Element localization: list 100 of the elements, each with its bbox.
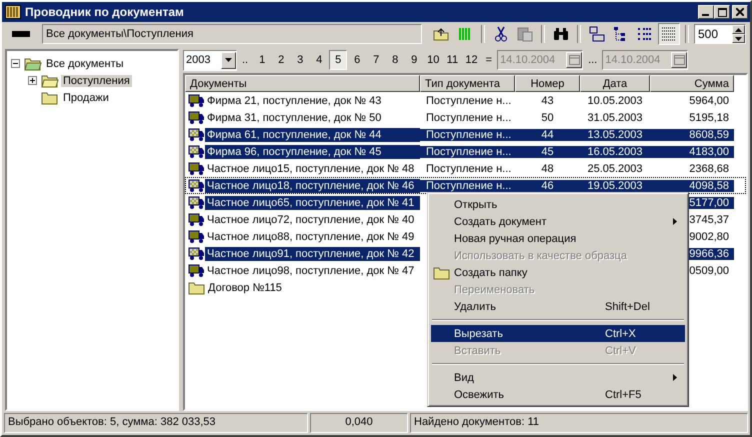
table-cell: 46	[541, 180, 554, 192]
status-text: 0,040	[310, 413, 408, 433]
status-indicator	[12, 31, 30, 37]
truck-icon	[188, 246, 205, 260]
table-cell: 48	[541, 162, 554, 174]
dropdown-arrow-icon	[225, 58, 232, 62]
truck-icon	[188, 178, 205, 192]
column-header[interactable]: Документы	[185, 75, 420, 92]
month-button[interactable]: 8	[386, 50, 404, 70]
folder-icon	[433, 266, 451, 280]
range-prefix: ..	[241, 54, 250, 66]
month-button[interactable]: 1	[253, 50, 272, 70]
table-cell-text: Договор №115	[207, 282, 283, 294]
count-spinner[interactable]: 500	[694, 24, 746, 44]
month-button[interactable]: 7	[367, 50, 386, 70]
range-separator: ...	[587, 54, 598, 66]
collapse-icon[interactable]	[11, 59, 22, 68]
month-button[interactable]: 9	[405, 50, 424, 70]
expand-icon[interactable]	[28, 76, 39, 85]
table-cell: 31.05.2003	[587, 112, 643, 124]
tree-item[interactable]: Все документы	[44, 58, 126, 70]
tree-item[interactable]: Поступления	[61, 74, 132, 86]
column-header[interactable]: Сумма	[650, 75, 734, 92]
window-title: Проводник по документам	[25, 5, 185, 19]
truck-icon	[188, 94, 205, 108]
table-row[interactable]: Частное лицо18, поступление, док № 46 Поступление н... 46 19.05.2003 4098,58	[185, 177, 746, 194]
truck-icon	[188, 264, 205, 278]
open-folder-icon	[24, 56, 42, 70]
table-cell-text: Фирма 21, поступление, док № 43	[206, 94, 382, 106]
menu-item[interactable]: Новая ручная операция	[431, 230, 685, 247]
table-cell: 45	[541, 146, 554, 158]
menu-item[interactable]: Освежить Ctrl+F5	[431, 386, 685, 403]
column-header[interactable]: Тип документа	[420, 75, 515, 92]
table-cell: 19.05.2003	[587, 180, 643, 192]
table-cell: 16.05.2003	[587, 146, 643, 158]
month-button[interactable]: 10	[424, 50, 442, 70]
menu-item[interactable]: Вид	[431, 369, 685, 386]
month-button[interactable]: 4	[310, 50, 328, 70]
table-cell: 4098,58	[689, 180, 729, 192]
table-cell-text: Частное лицо15, поступление, док № 48	[206, 162, 416, 174]
truck-icon	[188, 110, 205, 124]
menu-item[interactable]: Создать документ	[431, 213, 685, 230]
column-header[interactable]: Номер	[515, 75, 580, 92]
month-button[interactable]: 12	[462, 50, 481, 70]
truck-icon	[188, 230, 205, 244]
table-cell: Поступление н...	[426, 112, 512, 124]
table-cell: Поступление н...	[426, 94, 512, 106]
up-arrow-icon	[735, 28, 742, 32]
table-cell: 3745,37	[689, 214, 729, 226]
table-cell: 9002,80	[689, 230, 729, 242]
column-header[interactable]: Дата	[580, 75, 650, 92]
maximize-button[interactable]	[714, 5, 730, 19]
menu-item[interactable]: Создать папку	[431, 264, 685, 281]
menu-item[interactable]: Вырезать Ctrl+X	[431, 325, 685, 342]
down-arrow-icon	[735, 36, 742, 40]
month-button[interactable]: 3	[291, 50, 310, 70]
menu-item[interactable]: Открыть	[431, 196, 685, 213]
submenu-arrow-icon	[673, 218, 677, 225]
folder-icon	[41, 90, 59, 104]
maximize-icon	[718, 8, 726, 16]
equals-sign: =	[484, 54, 494, 66]
table-cell: Поступление н...	[426, 162, 512, 174]
table-cell: Поступление н...	[426, 146, 512, 158]
table-cell: 25.05.2003	[587, 162, 643, 174]
table-cell: 4183,00	[689, 146, 729, 158]
month-button[interactable]: 11	[443, 50, 462, 70]
menu-item[interactable]: Удалить Shift+Del	[431, 298, 685, 315]
year-dropdown[interactable]: 2003	[183, 50, 237, 70]
table-row[interactable]: Фирма 31, поступление, док № 50 Поступление н... 50 31.05.2003 5195,18	[185, 109, 746, 126]
table-cell-text: Частное лицо72, поступление, док № 40	[206, 214, 416, 226]
month-button[interactable]: 2	[272, 50, 290, 70]
table-cell: 10.05.2003	[587, 94, 643, 106]
table-row[interactable]: Фирма 61, поступление, док № 44 Поступление н... 44 13.05.2003 8608,59	[185, 126, 746, 143]
app-icon	[5, 5, 21, 19]
table-cell: Поступление н...	[426, 128, 512, 140]
table-cell: 13.05.2003	[587, 128, 643, 140]
close-icon	[736, 8, 744, 16]
tree-item[interactable]: Продажи	[61, 92, 111, 104]
table-cell: 9966,36	[689, 248, 729, 260]
table-row[interactable]: Фирма 96, поступление, док № 45 Поступление н... 45 16.05.2003 4183,00	[185, 143, 746, 160]
table-cell: 5177,00	[689, 196, 729, 208]
calendar-icon	[568, 55, 580, 65]
status-text: Выбрано объектов: 5, сумма: 382 033,53	[4, 413, 308, 433]
minimize-button[interactable]	[698, 5, 714, 19]
table-row[interactable]: Частное лицо15, поступление, док № 48 Поступление н... 48 25.05.2003 2368,68	[185, 160, 746, 177]
month-button[interactable]: 5	[329, 50, 348, 70]
table-cell: 8608,59	[689, 128, 729, 140]
table-cell: 43	[541, 94, 554, 106]
folder-icon	[188, 280, 206, 294]
table-cell: 44	[541, 128, 554, 140]
truck-icon	[188, 212, 205, 226]
month-button[interactable]: 6	[348, 50, 366, 70]
truck-icon	[188, 128, 205, 142]
open-folder-icon	[41, 74, 59, 88]
details-view-icon[interactable]	[658, 23, 680, 45]
table-row[interactable]: Фирма 21, поступление, док № 43 Поступление н... 43 10.05.2003 5964,00	[185, 92, 746, 109]
table-cell-text: Частное лицо88, поступление, док № 49	[206, 230, 416, 242]
table-cell: 50	[541, 112, 554, 124]
truck-icon	[188, 196, 205, 210]
close-button[interactable]	[732, 5, 748, 19]
